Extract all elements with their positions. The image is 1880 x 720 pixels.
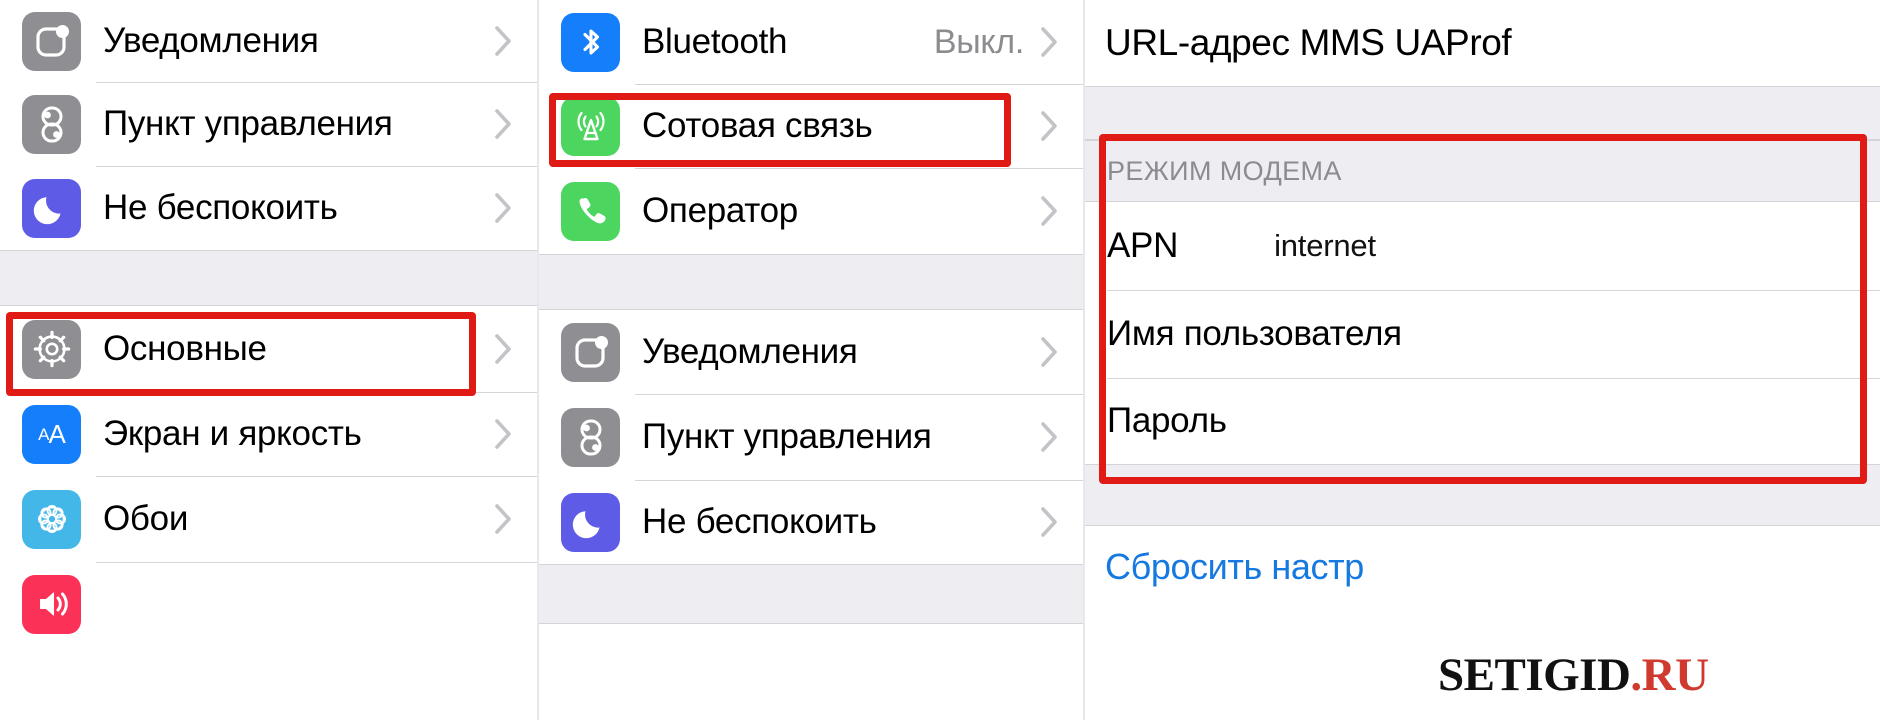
chevron-right-icon — [494, 108, 537, 140]
chevron-right-icon — [1040, 421, 1083, 453]
sidebar-item-label: Экран и яркость — [103, 414, 362, 453]
section-header-label: РЕЖИМ МОДЕМА — [1107, 155, 1342, 186]
sidebar-item-do-not-disturb[interactable]: Не беспокоить — [0, 166, 537, 250]
reset-settings-link[interactable]: Сбросить настр — [1085, 526, 1880, 608]
middle-group-separator-bottom — [539, 564, 1083, 624]
sidebar-item-label: Уведомления — [103, 21, 319, 60]
settings-panel-middle: Bluetooth Выкл. Сотовая связь Оператор У… — [537, 0, 1083, 720]
middle-group-top: Bluetooth Выкл. Сотовая связь Оператор — [539, 0, 1083, 254]
left-group-bottom: Основные AA Экран и яркость Обои — [0, 306, 537, 646]
screenshot-root: Уведомления Пункт управления Не беспокои… — [0, 0, 1880, 720]
field-row-apn[interactable]: APN internet — [1085, 202, 1880, 290]
carrier-phone-icon — [561, 181, 620, 241]
chevron-right-icon — [494, 503, 537, 535]
chevron-right-icon — [494, 418, 537, 450]
username-label: Имя пользователя — [1107, 314, 1402, 353]
bluetooth-icon — [561, 12, 620, 72]
bluetooth-status-value: Выкл. — [933, 22, 1024, 61]
middle-group-separator — [539, 254, 1083, 310]
chevron-right-icon — [1040, 195, 1083, 227]
sounds-icon — [22, 574, 81, 634]
section-header-tethering: РЕЖИМ МОДЕМА — [1085, 140, 1880, 202]
settings-row-do-not-disturb[interactable]: Не беспокоить — [539, 480, 1083, 564]
chevron-right-icon — [1040, 110, 1083, 142]
apn-label: APN — [1107, 226, 1179, 265]
settings-row-label: Bluetooth — [642, 22, 788, 61]
reset-settings-label: Сбросить настр — [1105, 546, 1364, 587]
notifications-icon — [561, 322, 620, 382]
do-not-disturb-icon — [22, 178, 81, 238]
settings-row-notifications[interactable]: Уведомления — [539, 310, 1083, 394]
watermark-name: SETIGID — [1438, 649, 1631, 701]
watermark-tld: .RU — [1630, 649, 1709, 701]
sidebar-item-label: Обои — [103, 499, 189, 538]
settings-row-label: Оператор — [642, 191, 798, 230]
chevron-right-icon — [494, 333, 537, 365]
settings-row-carrier[interactable]: Оператор — [539, 168, 1083, 254]
sidebar-item-label: Пункт управления — [103, 104, 393, 143]
chevron-right-icon — [1040, 336, 1083, 368]
settings-row-label: Уведомления — [642, 332, 858, 371]
settings-row-bluetooth[interactable]: Bluetooth Выкл. — [539, 0, 1083, 84]
sidebar-item-wallpaper[interactable]: Обои — [0, 476, 537, 562]
sidebar-item-label: Не беспокоить — [103, 188, 338, 227]
sidebar-item-display-brightness[interactable]: AA Экран и яркость — [0, 392, 537, 476]
sidebar-item-control-center[interactable]: Пункт управления — [0, 82, 537, 166]
chevron-right-icon — [494, 192, 537, 224]
page-title-text: URL-адрес MMS UAProf — [1105, 22, 1512, 63]
sidebar-item-label: Основные — [103, 329, 267, 368]
chevron-right-icon — [494, 25, 537, 57]
settings-panel-right: URL-адрес MMS UAProf РЕЖИМ МОДЕМА APN in… — [1083, 0, 1880, 720]
page-title: URL-адрес MMS UAProf — [1085, 0, 1880, 86]
settings-row-label: Пункт управления — [642, 417, 932, 456]
sidebar-item-sounds[interactable] — [0, 562, 537, 646]
left-group-separator — [0, 250, 537, 306]
control-center-icon — [22, 94, 81, 154]
chevron-right-icon — [1040, 26, 1083, 58]
wallpaper-icon — [22, 489, 81, 549]
field-row-username[interactable]: Имя пользователя — [1085, 290, 1880, 378]
site-watermark: SETIGID.RU — [1438, 648, 1709, 702]
settings-row-label: Не беспокоить — [642, 502, 877, 541]
display-brightness-icon: AA — [22, 404, 81, 464]
field-row-password[interactable]: Пароль — [1085, 378, 1880, 464]
settings-row-cellular[interactable]: Сотовая связь — [539, 84, 1083, 168]
do-not-disturb-icon — [561, 492, 620, 552]
settings-row-control-center[interactable]: Пункт управления — [539, 394, 1083, 480]
apn-value[interactable]: internet — [1274, 228, 1376, 264]
cellular-icon — [561, 96, 620, 156]
general-gear-icon — [22, 319, 81, 379]
tethering-fields-group: APN internet Имя пользователя Пароль — [1085, 202, 1880, 464]
middle-group-bottom: Уведомления Пункт управления Не беспокои… — [539, 310, 1083, 564]
sidebar-item-general[interactable]: Основные — [0, 306, 537, 392]
settings-row-label: Сотовая связь — [642, 106, 873, 145]
chevron-right-icon — [1040, 506, 1083, 538]
settings-panel-left: Уведомления Пункт управления Не беспокои… — [0, 0, 537, 720]
right-bottom-separator — [1085, 464, 1880, 526]
control-center-icon — [561, 407, 620, 467]
notifications-icon — [22, 11, 81, 71]
sidebar-item-notifications[interactable]: Уведомления — [0, 0, 537, 82]
right-top-separator — [1085, 86, 1880, 140]
left-group-top: Уведомления Пункт управления Не беспокои… — [0, 0, 537, 250]
password-label: Пароль — [1107, 401, 1227, 440]
